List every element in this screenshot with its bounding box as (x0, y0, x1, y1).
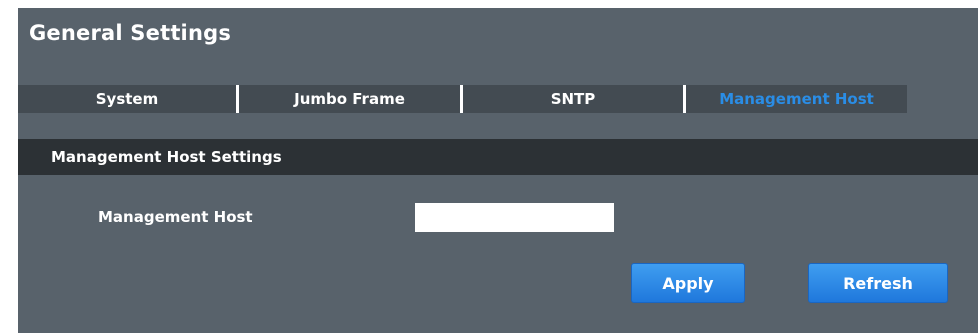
section-title: Management Host Settings (51, 148, 282, 166)
section-header: Management Host Settings (18, 139, 978, 175)
tab-jumbo-frame[interactable]: Jumbo Frame (239, 85, 460, 113)
tab-system[interactable]: System (18, 85, 236, 113)
refresh-button[interactable]: Refresh (808, 263, 948, 303)
page-title: General Settings (29, 21, 232, 45)
tab-management-host[interactable]: Management Host (686, 85, 907, 113)
tab-sntp[interactable]: SNTP (463, 85, 683, 113)
tab-bar: System Jumbo Frame SNTP Management Host (18, 85, 907, 113)
general-settings-panel: General Settings System Jumbo Frame SNTP… (18, 8, 978, 333)
management-host-input[interactable] (415, 203, 614, 232)
apply-button[interactable]: Apply (631, 263, 745, 303)
management-host-label: Management Host (98, 208, 253, 226)
